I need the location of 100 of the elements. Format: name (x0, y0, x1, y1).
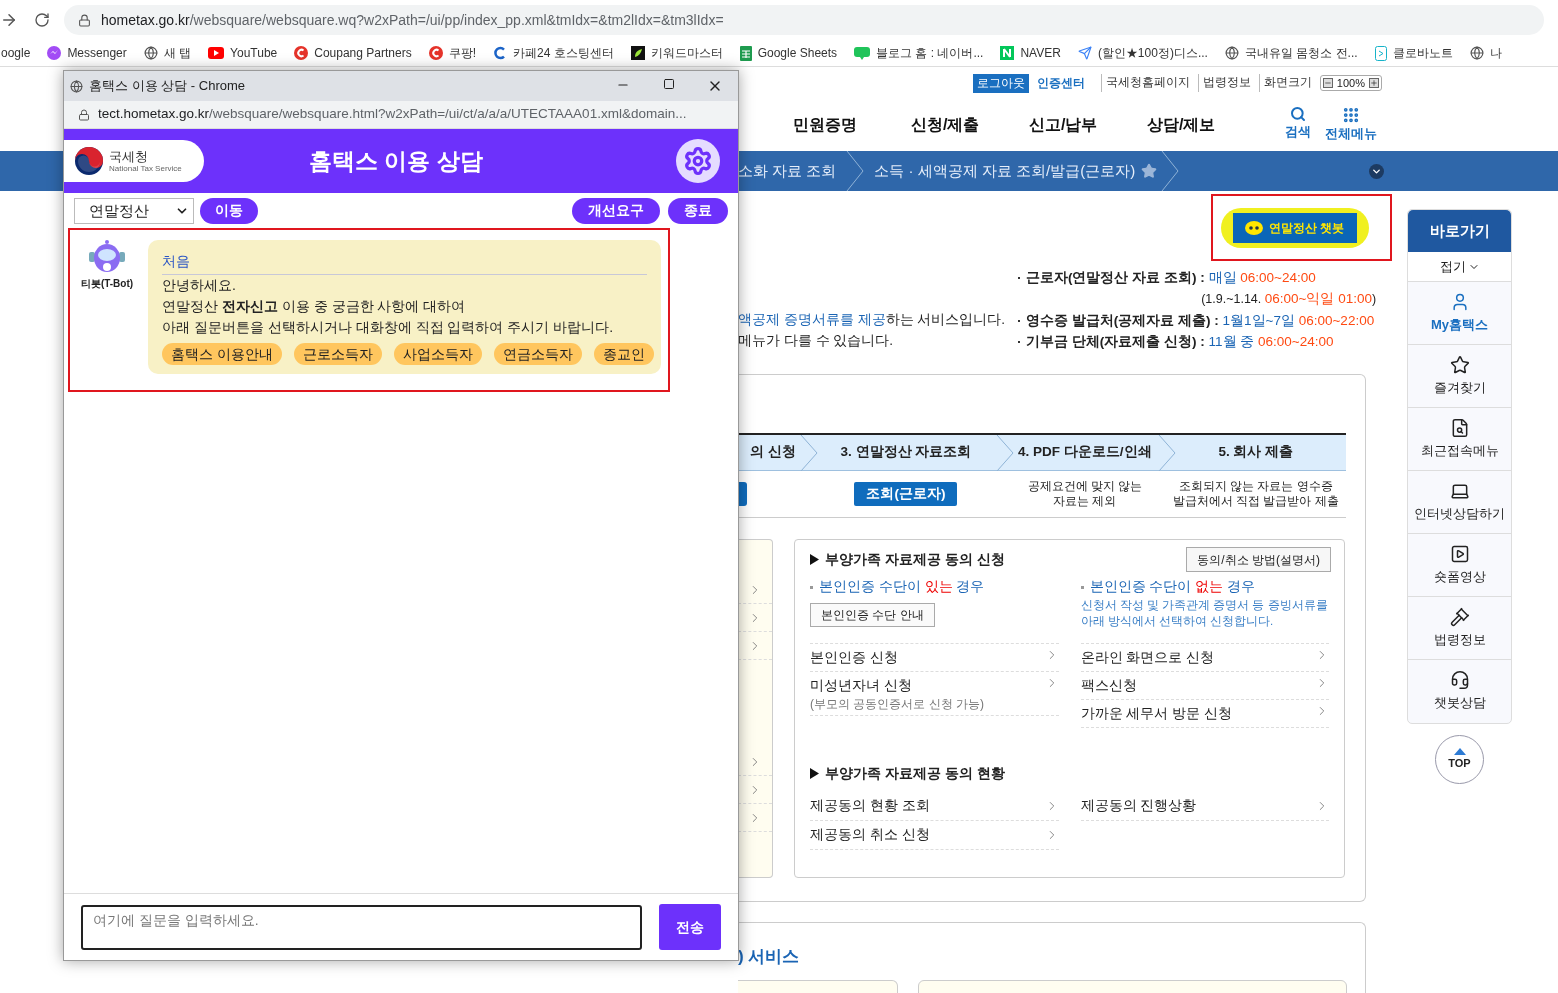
send-button[interactable]: 전송 (658, 904, 721, 950)
step-label: 의 신청 (750, 443, 796, 462)
bookmark-link[interactable]: 새 탭 (163, 44, 192, 62)
menu-link[interactable]: 제공동의 취소 신청 (810, 824, 930, 846)
menu-link[interactable]: 제공동의 현황 조회 (810, 795, 930, 817)
ring-logo-icon (294, 46, 309, 60)
leaf-icon (630, 46, 645, 60)
utility-link[interactable]: 인증센터 (1036, 74, 1085, 92)
quick-menu-item[interactable]: 숏폼영상 (1408, 534, 1511, 597)
step-label: 5. 회사 제출 (1218, 443, 1294, 462)
menu-link[interactable]: 온라인 화면으로 신청 (1080, 648, 1214, 668)
intro-text: 액공제 증명서류를 제공하는 서비스입니다. (738, 311, 1007, 329)
header-action-button[interactable]: 개선요구 (572, 198, 660, 224)
top-button[interactable]: TOP (1435, 735, 1484, 784)
bookmark-link[interactable]: Messenger (67, 44, 127, 62)
menu-link[interactable]: 가까운 세무서 방문 신청 (1080, 704, 1232, 724)
quick-menu-item[interactable]: 인터넷상담하기 (1408, 471, 1511, 534)
expand-button[interactable] (1369, 163, 1384, 179)
bookmark-link[interactable]: 클로바노트 (1392, 44, 1453, 62)
url-text: hometax.go.kr/websquare/websquare.wq?w2xPath=/ui/pp/index_pp.xml&tmIdx=&tm2lIdx=&tm3lIdx= (101, 10, 724, 30)
square-logo-icon (1000, 46, 1015, 60)
search-icon[interactable] (1290, 106, 1306, 123)
step-note: 공제요건에 맞지 않는 자료는 제외 (1027, 479, 1143, 509)
link-note: (부모의 공동인증서로 신청 가능) (810, 696, 984, 712)
nav-link[interactable]: 신청/제출 (911, 113, 1029, 137)
menu-link[interactable]: 본인인증 신청 (810, 648, 898, 668)
bookmark-link[interactable]: 카페24 호스팅센터 (513, 44, 614, 62)
utility-link[interactable]: 법령정보 (1197, 74, 1251, 92)
message-text: 아래 질문버튼을 선택하시거나 대화창에 직접 입력하여 주시기 바랍니다. (162, 318, 615, 337)
quick-reply-button[interactable]: 근로소득자 (293, 343, 382, 365)
bullet-icon (810, 585, 813, 589)
org-name: 국세청 (109, 149, 149, 163)
globe-icon (70, 79, 83, 93)
quick-menu-item[interactable]: My홈택스 (1408, 282, 1511, 345)
star-icon[interactable] (1141, 163, 1158, 179)
address-bar[interactable]: hometax.go.kr/websquare/websquare.wq?w2xPath=/ui/pp/index_pp.xml&tmIdx=&tm2lIdx=&tm3lIdx= (64, 5, 1544, 35)
logout-button[interactable]: 로그아웃 (972, 73, 1029, 93)
guide-button[interactable]: 동의/취소 방법(설명서) (1186, 547, 1331, 572)
bookmark-link[interactable]: 쿠팡! (448, 44, 476, 62)
quick-menu-item[interactable]: 법령정보 (1408, 597, 1511, 660)
play-icon (1449, 543, 1470, 564)
panel-title: ) 서비스 (738, 946, 801, 968)
message-text: 연말정산 전자신고 이용 중 궁금한 사항에 대하여 (162, 297, 467, 316)
globe-icon (143, 46, 158, 60)
breadcrumb-item[interactable]: 소득 · 세액공제 자료 조회/발급(근로자) (874, 159, 1136, 183)
question-input-field[interactable]: 여기에 질문을 입력하세요. (81, 904, 642, 950)
bookmark-link[interactable]: Coupang Partners (314, 44, 412, 62)
quick-reply-button[interactable]: 사업소득자 (393, 343, 482, 365)
menu-link[interactable]: 제공동의 진행상황 (1080, 795, 1197, 817)
quick-reply-button[interactable]: 종교인 (593, 343, 654, 365)
chatbot-button[interactable]: 연말정산 챗봇 (1232, 212, 1357, 243)
utility-link[interactable]: 화면크기 (1258, 74, 1312, 92)
schedule-text: 근로자(연말정산 자료 조회) : 매일 06:00~24:00 (1026, 269, 1316, 287)
reload-icon[interactable] (34, 12, 50, 28)
settings-icon (683, 146, 713, 176)
bookmark-link[interactable]: YouTube (230, 44, 278, 62)
nav-link[interactable]: 상담/제보 (1147, 113, 1265, 137)
move-button[interactable]: 이동 (200, 198, 258, 224)
breadcrumb-item[interactable]: 소화 자료 조회 (738, 159, 837, 183)
maximize-icon[interactable] (663, 78, 675, 90)
category-select[interactable]: 연말정산 (74, 198, 194, 224)
collapse-button[interactable]: 접기 (1408, 252, 1511, 282)
bookmark-link[interactable]: 블로그 홈 : 네이버... (876, 44, 984, 62)
header-action-button[interactable]: 종료 (668, 198, 728, 224)
quick-menu-item[interactable]: 챗봇상담 (1408, 660, 1511, 723)
nav-tool-label[interactable]: 검색 (1285, 122, 1311, 142)
menu-link[interactable]: 미성년자녀 신청 (810, 676, 984, 696)
quick-menu-item[interactable]: 즐겨찾기 (1408, 345, 1511, 408)
intro-text: 메뉴가 다를 수 있습니다. (738, 332, 894, 350)
zoom-out-icon[interactable] (1322, 78, 1333, 88)
section-title: 부양가족 자료제공 동의 현황 (825, 764, 1005, 783)
nav-link[interactable]: 신고/납부 (1029, 113, 1147, 137)
emblem-icon (74, 146, 104, 176)
lock-icon (78, 108, 90, 121)
nav-tool-label[interactable]: 전체메뉴 (1325, 124, 1377, 144)
bookmark-link[interactable]: 나 (1489, 44, 1502, 62)
settings-button[interactable] (676, 139, 720, 183)
bookmark-link[interactable]: Google Sheets (757, 44, 838, 62)
guide-button[interactable]: 본인인증 수단 안내 (810, 603, 935, 628)
chat-title: 홈택스 이용 상담 (308, 146, 484, 176)
gavel-icon (1449, 606, 1470, 627)
section-subheading: 본인인증 수단이 없는 경우 (1089, 578, 1255, 596)
forward-icon[interactable] (0, 11, 18, 29)
schedule-text: 기부금 단체(자료제출 신청) : 11월 중 06:00~24:00 (1026, 333, 1334, 351)
utility-link[interactable]: 국세청홈페이지 (1100, 74, 1190, 92)
nav-link[interactable]: 민원증명 (793, 113, 911, 137)
lookup-button[interactable]: 조회(근로자) (854, 482, 958, 506)
bookmark-link[interactable]: NAVER (1020, 44, 1061, 62)
bookmark-link[interactable]: 국내유일 몸청소 전... (1244, 44, 1358, 62)
bookmark-link[interactable]: oogle (1, 44, 31, 62)
robot-face-icon (1244, 220, 1263, 235)
quick-reply-button[interactable]: 홈택스 이용안내 (162, 343, 282, 365)
zoom-in-icon[interactable] (1369, 78, 1379, 88)
bookmark-link[interactable]: 키워드마스터 (650, 44, 723, 62)
bookmark-link[interactable]: (할인★100정)디스... (1097, 44, 1208, 62)
menu-link[interactable]: 팩스신청 (1080, 676, 1137, 696)
quick-menu-item[interactable]: 최근접속메뉴 (1408, 408, 1511, 471)
quick-reply-button[interactable]: 연금소득자 (493, 343, 582, 365)
play-icon (208, 47, 225, 59)
grid-menu-icon[interactable] (1342, 106, 1360, 125)
